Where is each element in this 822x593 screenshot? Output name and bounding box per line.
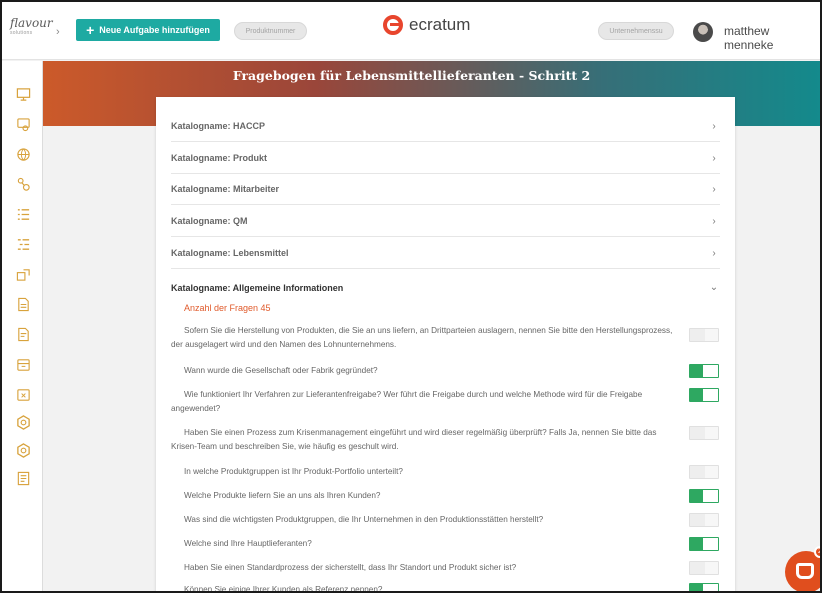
flavour-logo[interactable]: flavour solutions: [10, 16, 53, 44]
question-toggle[interactable]: [689, 465, 719, 479]
catalog-label: Katalogname: Produkt: [171, 153, 268, 163]
catalog-label: Katalogname: HACCP: [171, 121, 266, 131]
chevron-right-icon: ›: [712, 183, 716, 195]
catalog-card: Katalogname: HACCP › Katalogname: Produk…: [156, 97, 735, 593]
question-toggle[interactable]: [689, 537, 719, 551]
monitor-icon[interactable]: [16, 87, 31, 102]
package-x-icon[interactable]: [16, 387, 31, 402]
question-toggle[interactable]: [689, 513, 719, 527]
hexagon-icon[interactable]: [16, 415, 31, 430]
hexagon-alt-icon[interactable]: [16, 443, 31, 458]
ecratum-wordmark: ecratum: [409, 15, 471, 34]
catalog-label: Katalogname: Lebensmittel: [171, 248, 289, 258]
report-icon[interactable]: [16, 471, 31, 486]
chat-icon: [796, 563, 814, 579]
product-number-input[interactable]: Produktnummer: [234, 22, 307, 40]
logo-tagline: solutions: [10, 30, 33, 36]
user-avatar[interactable]: [693, 22, 713, 42]
catalog-row-mitarbeiter[interactable]: Katalogname: Mitarbeiter ›: [171, 174, 720, 205]
chevron-right-icon: ›: [712, 120, 716, 132]
ecratum-logo[interactable]: ecratum: [383, 10, 470, 40]
question-text: In welche Produktgruppen ist Ihr Produkt…: [184, 467, 403, 476]
catalog-row-allgemeine-informationen[interactable]: Katalogname: Allgemeine Informationen ⌄: [171, 272, 720, 303]
catalog-row-qm[interactable]: Katalogname: QM ›: [171, 206, 720, 237]
catalog-row-produkt[interactable]: Katalogname: Produkt ›: [171, 143, 720, 174]
globe-icon[interactable]: [16, 147, 31, 162]
catalog-label: Katalogname: Allgemeine Informationen: [171, 282, 344, 293]
question-toggle[interactable]: [689, 364, 719, 378]
add-task-label: Neue Aufgabe hinzufügen: [99, 25, 210, 35]
catalog-row-haccp[interactable]: Katalogname: HACCP ›: [171, 111, 720, 142]
chevron-right-icon: ›: [712, 247, 716, 259]
breadcrumb-chevron-icon[interactable]: ›: [56, 26, 60, 38]
top-bar: flavour solutions › + Neue Aufgabe hinzu…: [2, 2, 820, 60]
catalog-row-lebensmittel[interactable]: Katalogname: Lebensmittel ›: [171, 238, 720, 269]
question-toggle[interactable]: [689, 489, 719, 503]
question-count: Anzahl der Fragen 45: [184, 303, 271, 313]
question-toggle[interactable]: [689, 583, 719, 591]
tree-list-icon[interactable]: [16, 237, 31, 252]
chevron-down-icon: ⌄: [709, 282, 719, 293]
list-icon[interactable]: [16, 207, 31, 222]
certificate-icon[interactable]: [16, 117, 31, 132]
chevron-right-icon: ›: [712, 152, 716, 164]
logo-text: flavour: [10, 16, 53, 30]
question-text: Welche Produkte liefern Sie an uns als I…: [184, 491, 381, 500]
question-toggle[interactable]: [689, 561, 719, 575]
company-search-input[interactable]: Unternehmenssu: [598, 22, 674, 40]
sidebar: [2, 61, 43, 591]
question-text: Sofern Sie die Herstellung von Produkten…: [171, 326, 673, 349]
catalog-label: Katalogname: QM: [171, 216, 248, 226]
forward-icon[interactable]: [16, 267, 31, 282]
document-edit-icon[interactable]: [16, 327, 31, 342]
page-title: Fragebogen für Lebensmittellieferanten -…: [232, 68, 591, 83]
package-icon[interactable]: [16, 357, 31, 372]
question-text: Haben Sie einen Standardprozess der sich…: [184, 563, 517, 572]
app-window: flavour solutions › + Neue Aufgabe hinzu…: [0, 0, 822, 593]
question-text: Wann wurde die Gesellschaft oder Fabrik …: [184, 366, 378, 375]
add-task-button[interactable]: + Neue Aufgabe hinzufügen: [76, 19, 220, 41]
plus-icon: +: [86, 22, 95, 38]
question-toggle[interactable]: [689, 388, 719, 402]
question-toggle[interactable]: [689, 328, 719, 342]
catalog-label: Katalogname: Mitarbeiter: [171, 184, 280, 194]
question-text: Wie funktioniert Ihr Verfahren zur Liefe…: [171, 390, 643, 413]
chat-badge: 2: [814, 546, 820, 558]
question-text: Haben Sie einen Prozess zum Krisenmanage…: [171, 428, 657, 451]
ecratum-mark-icon: [383, 15, 403, 35]
document-icon[interactable]: [16, 297, 31, 312]
question-text: Was sind die wichtigsten Produktgruppen,…: [184, 515, 544, 524]
chat-launcher[interactable]: 2: [785, 546, 820, 591]
chevron-right-icon: ›: [712, 215, 716, 227]
user-name[interactable]: matthew menneke: [724, 24, 820, 52]
question-text: Welche sind Ihre Hauptlieferanten?: [184, 539, 312, 548]
question-toggle[interactable]: [689, 426, 719, 440]
network-icon[interactable]: [16, 177, 31, 192]
question-text: Können Sie einige Ihrer Kunden als Refer…: [184, 585, 383, 593]
